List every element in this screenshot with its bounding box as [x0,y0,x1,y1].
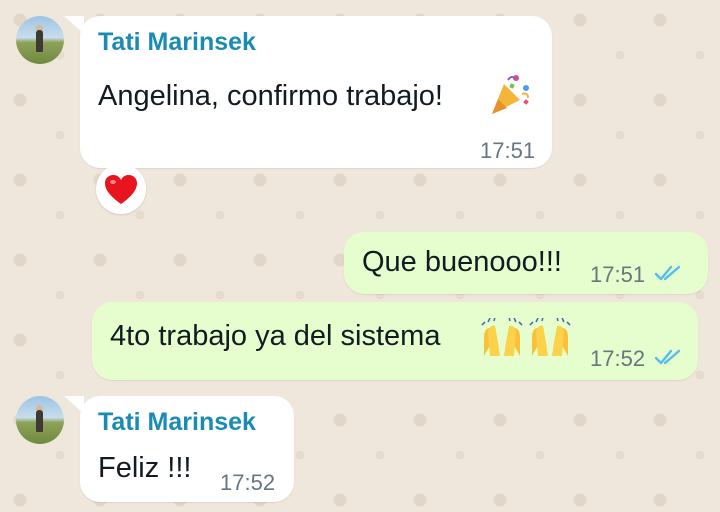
raising-hands-icon [481,318,523,356]
party-popper-icon [492,75,529,114]
sender-avatar[interactable] [16,16,64,64]
message-reaction[interactable] [96,164,146,214]
message-bubble-incoming[interactable]: Tati Marinsek Angelina, confirmo trabajo… [80,16,552,168]
raising-hands-icon [529,318,571,356]
message-text: Que buenooo!!! [362,246,562,278]
message-bubble-outgoing[interactable]: Que buenooo!!! 17:51 [344,232,708,294]
message-timestamp: 17:52 [590,346,646,371]
sender-name[interactable]: Tati Marinsek [98,28,256,57]
avatar-person-body [36,410,43,432]
message-bubble-outgoing[interactable]: 4to trabajo ya del sistema 17:52 [92,302,698,380]
message-timestamp: 17:52 [220,470,276,495]
message-timestamp: 17:51 [480,138,536,163]
read-receipt-icon [654,265,681,281]
sender-avatar[interactable] [16,396,64,444]
avatar-person-body [36,30,43,52]
message-text: Angelina, confirmo trabajo! [98,80,443,112]
sender-name[interactable]: Tati Marinsek [98,408,256,437]
message-bubble-incoming[interactable]: Tati Marinsek Feliz !!! 17:52 [80,396,294,502]
message-text: 4to trabajo ya del sistema [110,320,441,352]
red-heart-icon [105,175,137,204]
message-timestamp: 17:51 [590,262,646,287]
message-text: Feliz !!! [98,452,192,484]
read-receipt-icon [654,349,681,365]
